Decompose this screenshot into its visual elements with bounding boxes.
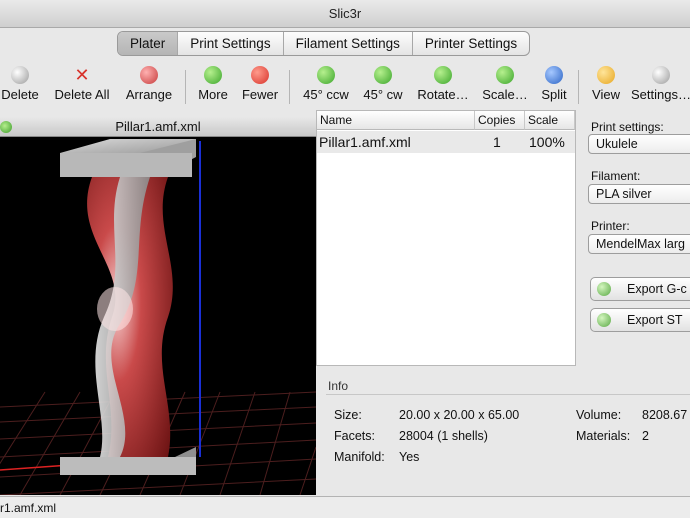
split-icon: [545, 66, 563, 84]
toolbar-separator: [185, 70, 186, 104]
manifold-value: Yes: [399, 450, 420, 464]
more-button[interactable]: More: [195, 60, 231, 102]
view-button[interactable]: View: [588, 60, 624, 102]
export-icon: [597, 313, 611, 327]
view-icon: [597, 66, 615, 84]
window-title: Slic3r: [0, 0, 690, 28]
export-icon: [597, 282, 611, 296]
column-scale-header[interactable]: Scale: [525, 111, 575, 130]
3d-preview[interactable]: Pillar1.amf.xml: [0, 117, 316, 495]
settings-button[interactable]: Settings…: [629, 60, 690, 102]
settings-panel: Print settings: Ukulele Filament: PLA si…: [578, 110, 690, 376]
status-bar: r1.amf.xml: [0, 496, 690, 518]
delete-button[interactable]: Delete: [0, 60, 42, 102]
plus-icon: [204, 66, 222, 84]
delete-all-button[interactable]: ✕ Delete All: [50, 60, 114, 102]
info-divider: [326, 394, 690, 395]
export-gcode-button[interactable]: Export G-c: [590, 277, 690, 301]
toolbar: Delete ✕ Delete All Arrange More Fewer 4…: [0, 60, 690, 110]
size-label: Size:: [334, 408, 362, 422]
tab-filament-settings[interactable]: Filament Settings: [284, 32, 413, 55]
export-stl-button[interactable]: Export ST: [590, 308, 690, 332]
tab-print-settings[interactable]: Print Settings: [178, 32, 284, 55]
toolbar-separator: [578, 70, 579, 104]
facets-label: Facets:: [334, 429, 375, 443]
print-settings-select[interactable]: Ukulele: [588, 134, 690, 154]
tab-printer-settings[interactable]: Printer Settings: [413, 32, 529, 55]
print-settings-label: Print settings:: [591, 120, 664, 134]
object-copies-cell: 1: [493, 134, 501, 150]
object-scale-cell: 100%: [529, 134, 565, 150]
filament-select[interactable]: PLA silver: [588, 184, 690, 204]
printer-label: Printer:: [591, 219, 630, 233]
column-name-header[interactable]: Name: [317, 111, 475, 130]
split-button[interactable]: Split: [537, 60, 571, 102]
size-value: 20.00 x 20.00 x 65.00: [399, 408, 520, 422]
arrange-icon: [140, 66, 158, 84]
rotate-cw-button[interactable]: 45° cw: [360, 60, 406, 102]
object-name-cell: Pillar1.amf.xml: [319, 134, 411, 150]
table-row[interactable]: Pillar1.amf.xml 1 100%: [317, 131, 575, 153]
manifold-label: Manifold:: [334, 450, 385, 464]
column-copies-header[interactable]: Copies: [475, 111, 525, 130]
rotate-ccw-button[interactable]: 45° ccw: [299, 60, 353, 102]
volume-value: 8208.67: [642, 408, 688, 422]
toolbar-separator: [289, 70, 290, 104]
rotate-icon: [434, 66, 452, 84]
viewport-title: Pillar1.amf.xml: [0, 117, 316, 137]
volume-label: Volume:: [576, 408, 622, 422]
rotate-button[interactable]: Rotate…: [414, 60, 472, 102]
object-list[interactable]: Name Copies Scale Pillar1.amf.xml 1 100%: [316, 110, 576, 366]
filament-label: Filament:: [591, 169, 641, 183]
delete-icon: [11, 66, 29, 84]
tab-bar: Plater Print Settings Filament Settings …: [117, 31, 531, 56]
rotate-cw-icon: [374, 66, 392, 84]
fewer-button[interactable]: Fewer: [239, 60, 281, 102]
materials-value: 2: [642, 429, 649, 443]
gear-icon: [652, 66, 670, 84]
minus-icon: [251, 66, 269, 84]
printer-select[interactable]: MendelMax larg: [588, 234, 690, 254]
3d-scene[interactable]: [0, 117, 316, 495]
rotate-ccw-icon: [317, 66, 335, 84]
scale-icon: [496, 66, 514, 84]
materials-label: Materials:: [576, 429, 631, 443]
delete-all-icon: ✕: [74, 65, 90, 85]
info-panel: Info Size: 20.00 x 20.00 x 65.00 Facets:…: [316, 376, 690, 496]
pillar-model: [60, 139, 196, 475]
arrange-button[interactable]: Arrange: [122, 60, 176, 102]
scale-button[interactable]: Scale…: [479, 60, 531, 102]
tab-plater[interactable]: Plater: [118, 32, 179, 55]
info-title: Info: [328, 379, 349, 393]
window-zoom-icon[interactable]: [0, 121, 12, 133]
facets-value: 28004 (1 shells): [399, 429, 488, 443]
